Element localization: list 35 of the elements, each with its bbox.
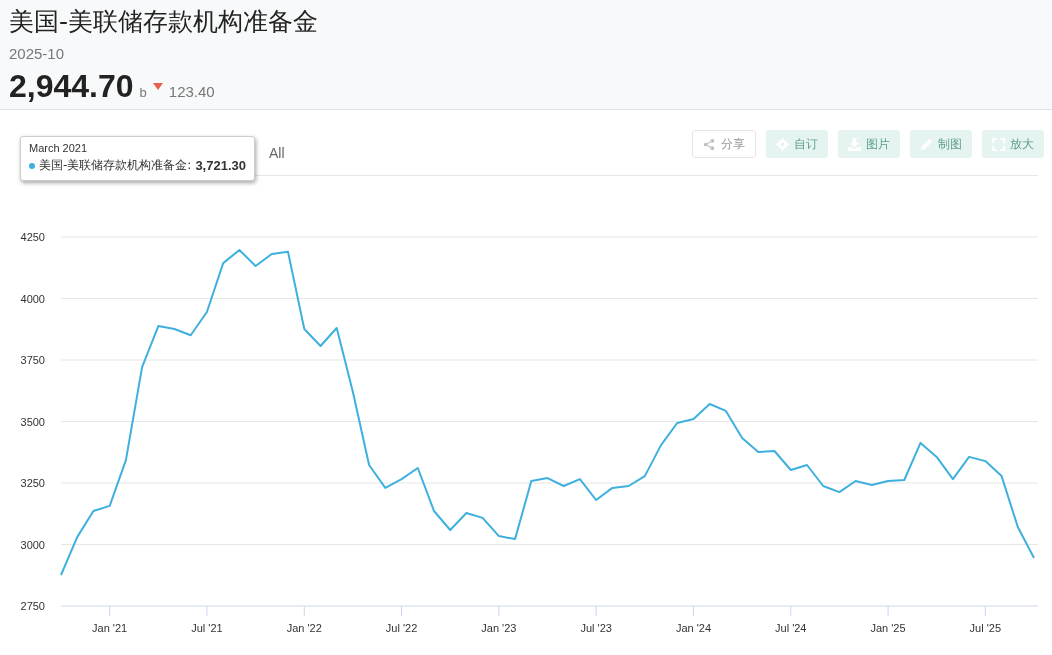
y-axis-label: 4000: [20, 292, 45, 305]
x-axis-label: Jan '23: [481, 622, 517, 634]
tooltip-date: March 2021: [29, 141, 89, 156]
toolbar-button[interactable]: 分享: [692, 130, 756, 158]
tooltip-series-label: 美国-美联储存款机构准备金:: [39, 157, 192, 175]
y-axis-label: 3500: [20, 415, 45, 428]
toolbar-button[interactable]: 制图: [910, 130, 972, 158]
x-axis-label: Jan '22: [286, 622, 322, 634]
range-all-button[interactable]: All: [269, 143, 285, 164]
tooltip-value: 3,721.30: [195, 157, 246, 175]
latest-value: 2,944.70: [9, 67, 134, 105]
toolbar-button[interactable]: 放大: [982, 130, 1044, 158]
x-axis-label: Jul '22: [385, 622, 418, 634]
expand-icon: [992, 137, 1005, 151]
y-axis-label: 3750: [20, 354, 45, 366]
x-axis-label: Jan '25: [870, 622, 906, 634]
x-axis-label: Jan '24: [675, 622, 711, 634]
x-axis-label: Jul '24: [775, 622, 807, 634]
pencil-icon: [920, 137, 933, 151]
date-label: 2025-10: [9, 44, 66, 64]
page-title: 美国-美联储存款机构准备金: [9, 6, 320, 38]
x-axis-label: Jan '21: [92, 622, 128, 634]
unit-label: b: [139, 84, 147, 102]
y-axis-label: 4250: [20, 231, 45, 243]
change-value: 123.40: [168, 82, 215, 102]
toolbar-button[interactable]: 自订: [766, 130, 828, 158]
x-axis-label: Jul '21: [191, 622, 223, 634]
toolbar-button[interactable]: 图片: [838, 130, 900, 158]
x-axis-label: Jul '23: [580, 622, 612, 634]
y-axis-label: 3250: [20, 477, 45, 489]
x-axis-label: Jul '25: [969, 622, 1002, 634]
y-axis-label: 2750: [20, 600, 45, 612]
download-icon: [848, 137, 861, 151]
share-icon: [703, 137, 716, 151]
y-axis-label: 3000: [20, 538, 45, 551]
